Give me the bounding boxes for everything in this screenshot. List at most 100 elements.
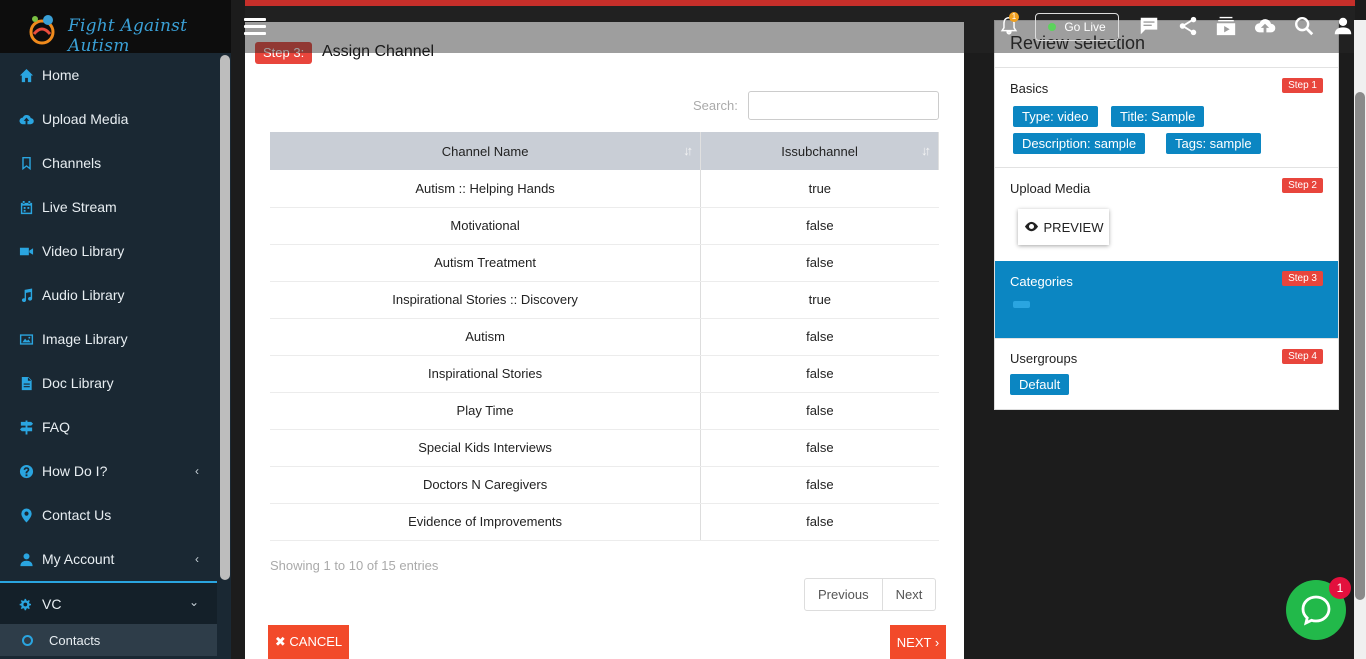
sidebar-item-my-account[interactable]: My Account ‹: [0, 537, 217, 581]
top-accent-bar: [245, 0, 1355, 6]
section-label: Basics: [1010, 81, 1049, 96]
sidebar-item-contact-us[interactable]: Contact Us: [0, 493, 217, 537]
table-row[interactable]: Inspirational Stories false: [270, 355, 939, 393]
next-step-button[interactable]: NEXT ›: [890, 625, 946, 659]
category-chip: [1013, 301, 1030, 308]
sidebar-item-doc-library[interactable]: Doc Library: [0, 361, 217, 405]
step-badge: Step 3:: [255, 42, 313, 64]
issubchannel-cell: true: [700, 281, 939, 319]
video-camera-icon: [18, 243, 34, 259]
section-label: Upload Media: [1010, 181, 1091, 196]
issubchannel-cell: false: [700, 318, 939, 356]
sidebar-scrollbar-thumb[interactable]: [220, 55, 230, 580]
chevron-left-icon: ‹: [195, 464, 199, 478]
sidebar-item-live-stream[interactable]: Live Stream: [0, 185, 217, 229]
location-pin-icon: [18, 507, 34, 523]
sidebar-item-label: Image Library: [42, 331, 128, 347]
table-row[interactable]: Autism :: Helping Hands true: [270, 170, 939, 208]
sidebar-item-label: Audio Library: [42, 287, 125, 303]
user-icon: [18, 551, 34, 567]
previous-page-button[interactable]: Previous: [805, 579, 883, 610]
tag-tags: Tags: sample: [1166, 133, 1261, 154]
step-badge: Step 2: [1282, 178, 1323, 193]
entries-info: Showing 1 to 10 of 15 entries: [270, 558, 439, 573]
table-row[interactable]: Autism false: [270, 318, 939, 356]
cloud-upload-icon: [18, 111, 34, 127]
issubchannel-cell: false: [700, 355, 939, 393]
column-header-label: Issubchannel: [781, 143, 858, 159]
share-icon[interactable]: [1176, 14, 1200, 38]
home-icon: [18, 67, 34, 83]
issubchannel-cell: false: [700, 244, 939, 282]
section-label: Categories: [1010, 274, 1073, 289]
sidebar-item-label: Channels: [42, 155, 102, 171]
channel-name-cell: Motivational: [270, 207, 702, 245]
sidebar-item-label: FAQ: [42, 419, 71, 435]
column-header-label: Channel Name: [441, 143, 529, 159]
pagination: Previous Next: [804, 578, 937, 611]
channel-name-cell: Play Time: [270, 392, 702, 430]
bookmark-icon: [18, 155, 34, 171]
chevron-left-icon: ‹: [195, 552, 199, 566]
playlist-play-icon[interactable]: [1214, 14, 1238, 38]
sidebar-item-label: Contact Us: [42, 507, 112, 523]
go-live-label: Go Live: [1064, 20, 1106, 34]
issubchannel-cell: true: [700, 170, 939, 208]
table-row[interactable]: Special Kids Interviews false: [270, 429, 939, 467]
table-row[interactable]: Motivational false: [270, 207, 939, 245]
table-row[interactable]: Autism Treatment false: [270, 244, 939, 282]
review-section-categories: Categories Step 3: [995, 261, 1338, 338]
logo-mark-icon: [29, 15, 55, 45]
page-scrollbar[interactable]: [1354, 20, 1366, 659]
channel-name-cell: Inspirational Stories :: Discovery: [270, 281, 702, 319]
brand-name: Fight Against Autism: [68, 16, 188, 56]
channel-table: Channel Name ↓↑ Issubchannel ↓↑ Autism :…: [270, 132, 939, 541]
preview-button[interactable]: PREVIEW: [1018, 209, 1109, 245]
chat-badge: 1: [1329, 577, 1351, 599]
column-header-issubchannel[interactable]: Issubchannel ↓↑: [700, 132, 939, 170]
chat-icon: [1301, 595, 1331, 626]
sidebar-scrollbar[interactable]: [219, 53, 231, 659]
go-live-button[interactable]: Go Live: [1035, 13, 1119, 41]
sort-icon: ↓↑: [683, 143, 693, 158]
page-scrollbar-thumb[interactable]: [1355, 92, 1365, 600]
music-icon: [18, 287, 34, 303]
channel-name-cell: Autism :: Helping Hands: [270, 170, 702, 208]
sidebar-item-home[interactable]: Home: [0, 53, 217, 97]
sidebar-item-vc[interactable]: VC ⌄: [0, 581, 217, 625]
menu-toggle-icon[interactable]: [244, 18, 266, 36]
sidebar-item-image-library[interactable]: Image Library: [0, 317, 217, 361]
table-row[interactable]: Inspirational Stories :: Discovery true: [270, 281, 939, 319]
notification-badge: 1: [1009, 12, 1019, 22]
tag-type: Type: video: [1013, 106, 1098, 127]
table-row[interactable]: Play Time false: [270, 392, 939, 430]
next-page-button[interactable]: Next: [883, 579, 936, 610]
sidebar-item-video-library[interactable]: Video Library: [0, 229, 217, 273]
sidebar-item-audio-library[interactable]: Audio Library: [0, 273, 217, 317]
issubchannel-cell: false: [700, 207, 939, 245]
column-header-channel-name[interactable]: Channel Name ↓↑: [270, 132, 702, 170]
cancel-button[interactable]: ✖ CANCEL: [268, 625, 349, 659]
search-input[interactable]: [748, 91, 939, 120]
channel-name-cell: Inspirational Stories: [270, 355, 702, 393]
image-icon: [18, 331, 34, 347]
search-icon[interactable]: [1292, 14, 1316, 38]
logo[interactable]: Fight Against Autism: [0, 0, 231, 56]
sidebar-item-channels[interactable]: Channels: [0, 141, 217, 185]
sidebar-item-upload-media[interactable]: Upload Media: [0, 97, 217, 141]
table-row[interactable]: Evidence of Improvements false: [270, 503, 939, 541]
question-icon: [18, 463, 34, 479]
table-row[interactable]: Doctors N Caregivers false: [270, 466, 939, 504]
issubchannel-cell: false: [700, 392, 939, 430]
step-badge: Step 1: [1282, 78, 1323, 93]
sidebar-subitem-contacts[interactable]: Contacts: [0, 624, 217, 656]
tag-description: Description: sample: [1013, 133, 1146, 154]
sidebar-item-how-do-i[interactable]: How Do I? ‹: [0, 449, 217, 493]
cloud-upload-icon[interactable]: [1253, 14, 1277, 38]
cogs-icon: [18, 596, 34, 612]
signpost-icon: [18, 419, 34, 435]
chat-bubble-icon[interactable]: [1137, 14, 1161, 38]
step-badge: Step 4: [1282, 349, 1323, 364]
sidebar-item-faq[interactable]: FAQ: [0, 405, 217, 449]
account-icon[interactable]: [1331, 14, 1355, 38]
